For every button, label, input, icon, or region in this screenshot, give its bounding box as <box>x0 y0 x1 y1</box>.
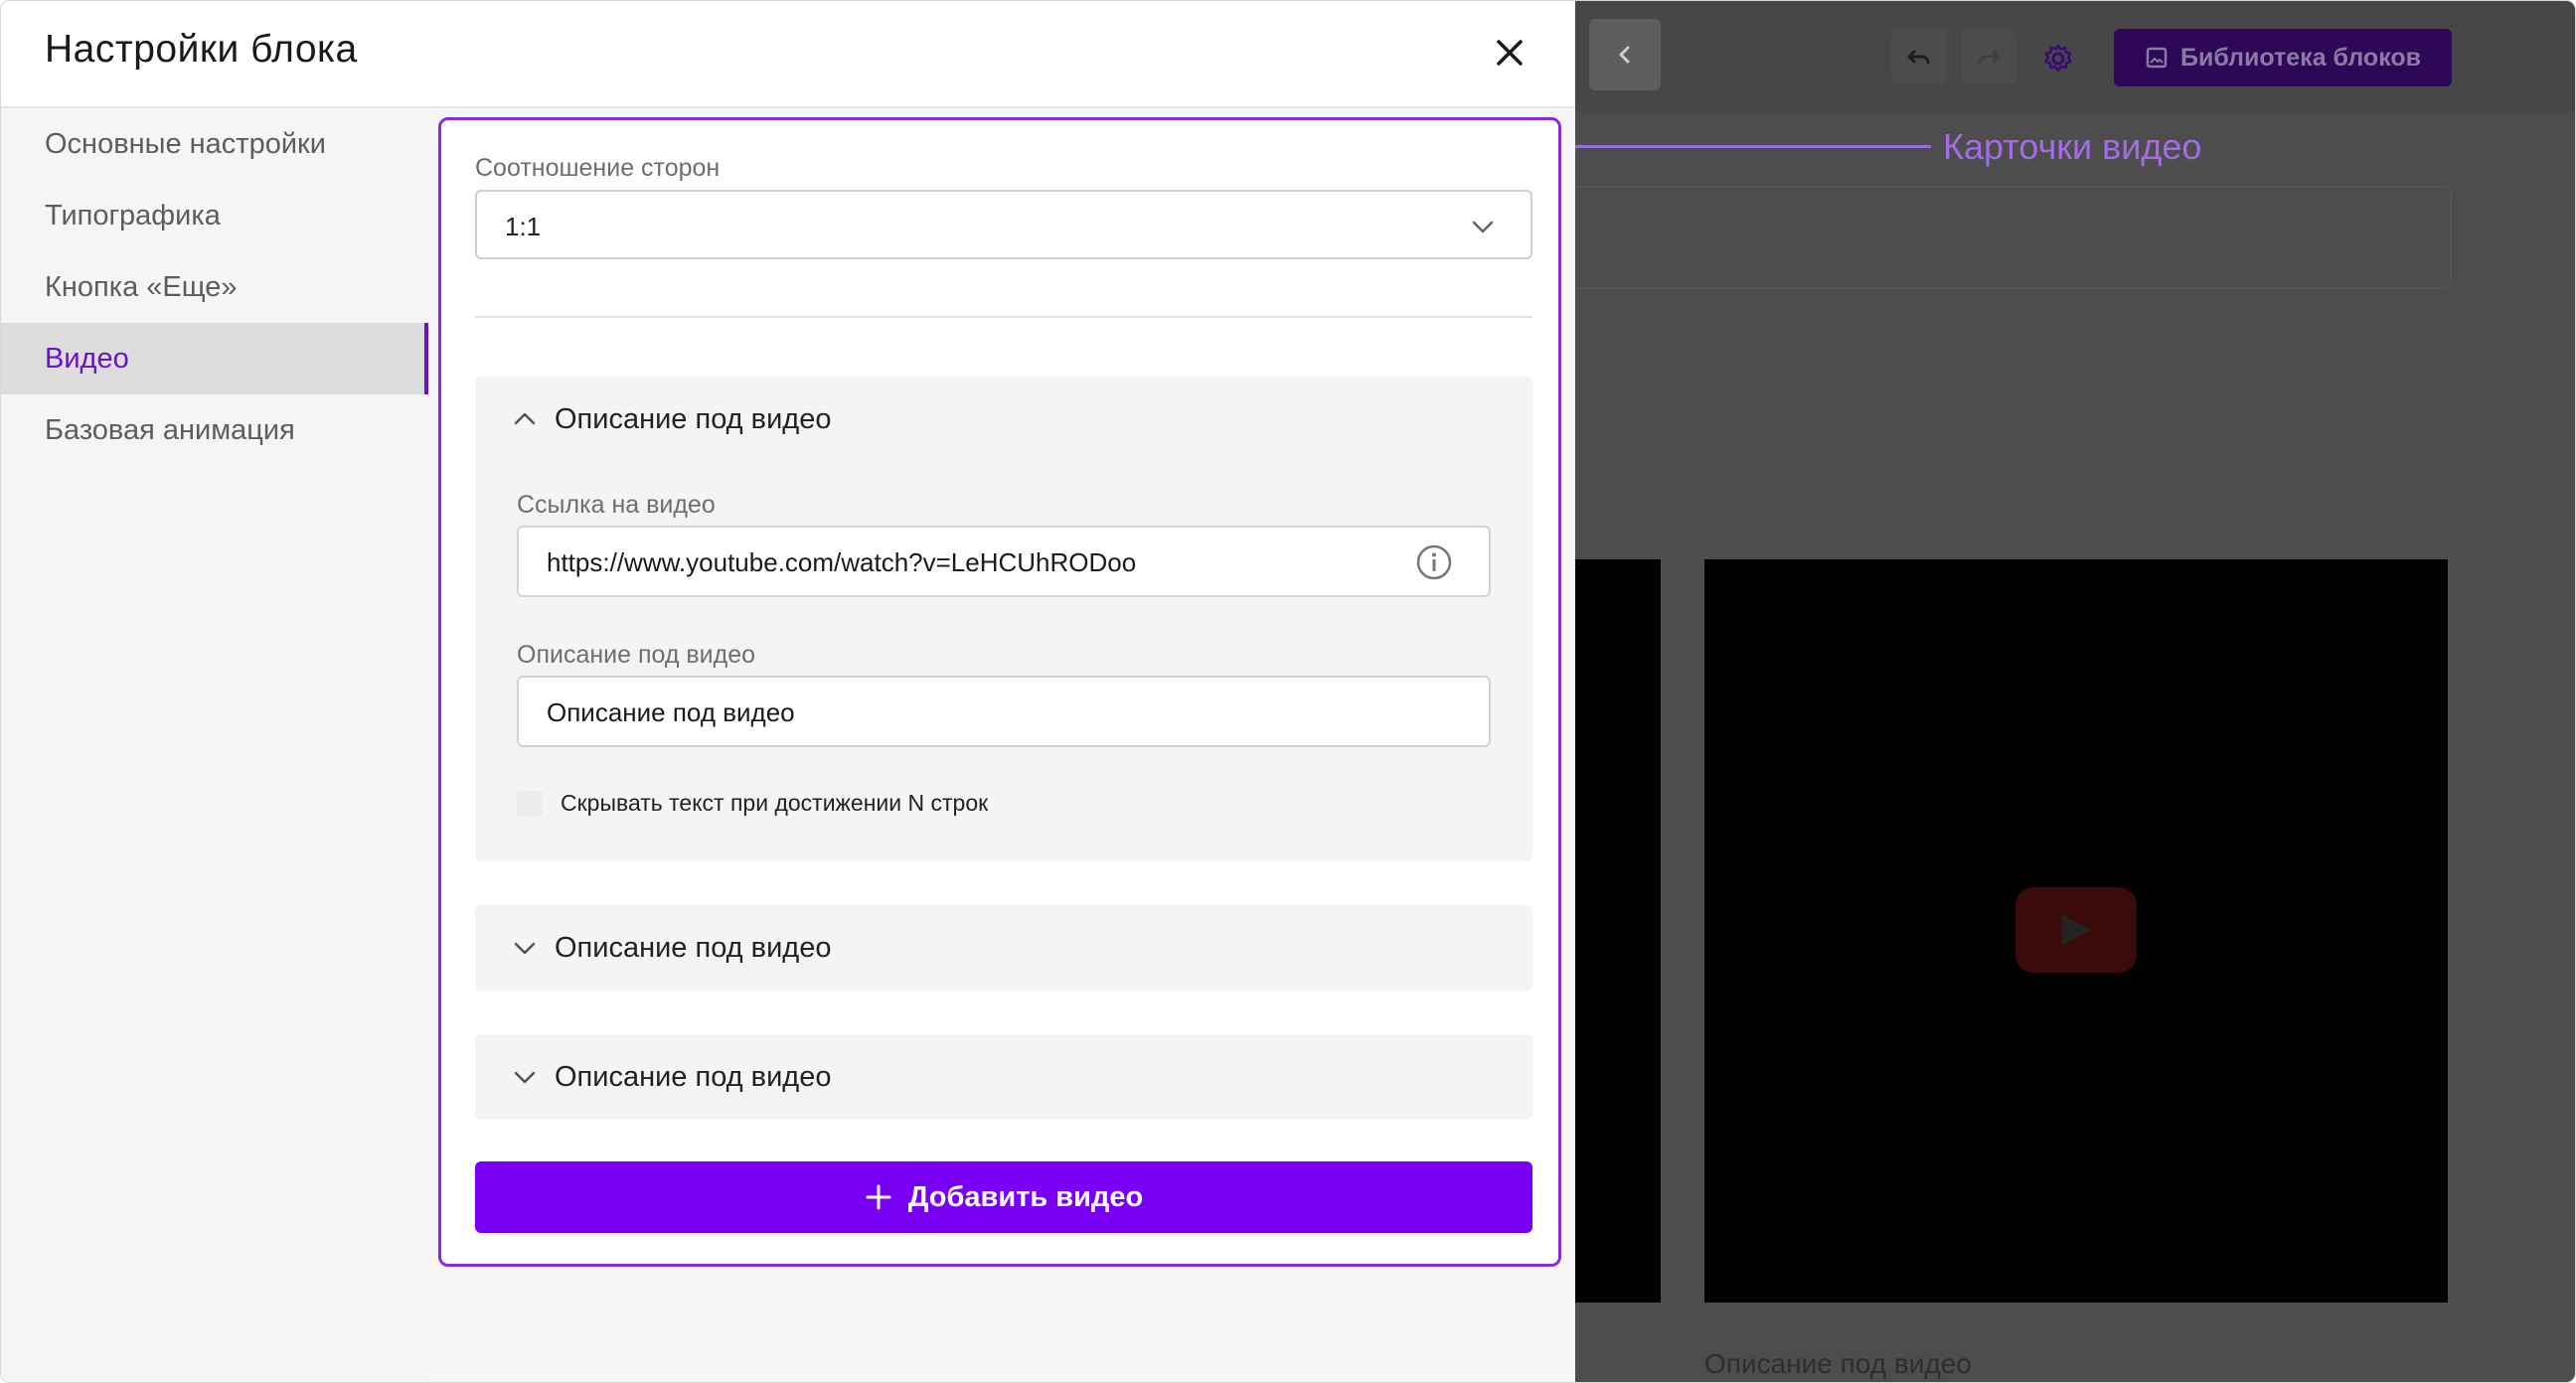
video-caption: Описание под видео <box>1704 1348 1972 1379</box>
video-cards-section: Соотношение сторон 1:1 Описание под виде… <box>438 117 1561 1267</box>
redo-button[interactable] <box>1961 29 2016 84</box>
hide-text-label: Скрывать текст при достижении N строк <box>561 790 989 816</box>
aspect-ratio-label: Соотношение сторон <box>475 154 721 182</box>
block-settings-panel: Настройки блока Основные настройки Типог… <box>1 1 1575 1382</box>
nav-item-video[interactable]: Видео <box>1 323 428 394</box>
editor-preview: Библиотека блоков Описание под видео <box>1575 1 2575 1382</box>
nav-item-more-button[interactable]: Кнопка «Еще» <box>1 251 428 323</box>
panel-title: Настройки блока <box>45 28 358 71</box>
chevron-down-icon <box>514 942 536 955</box>
hide-text-checkbox[interactable] <box>517 791 543 817</box>
video-link-input[interactable]: https://www.youtube.com/watch?v=LeHCUhRO… <box>517 526 1491 597</box>
play-button[interactable] <box>2015 887 2137 973</box>
video-card-3-title: Описание под видео <box>555 1060 832 1093</box>
editor-toolbar: Библиотека блоков <box>1575 1 2575 112</box>
redo-icon <box>1978 50 2001 65</box>
settings-sidebar: Основные настройки Типографика Кнопка «Е… <box>1 108 430 1382</box>
video-card-2-header[interactable]: Описание под видео <box>475 905 1532 991</box>
settings-button[interactable] <box>2028 29 2084 84</box>
undo-icon <box>1907 50 1930 65</box>
video-card-1-header[interactable]: Описание под видео <box>475 377 1532 462</box>
gear-icon <box>2044 44 2072 73</box>
chevron-down-icon <box>514 1071 536 1084</box>
video-card-1: Описание под видео Ссылка на видео https… <box>475 377 1532 861</box>
video-card-2[interactable]: Описание под видео <box>475 905 1532 991</box>
video-description-label: Описание под видео <box>517 641 756 669</box>
panel-header: Настройки блока <box>1 1 1575 108</box>
chevron-up-icon <box>514 412 536 425</box>
chevron-left-icon <box>1619 46 1630 64</box>
divider <box>475 316 1532 318</box>
block-library-label: Библиотека блоков <box>2179 43 2422 72</box>
plus-icon <box>866 1184 891 1210</box>
add-video-button[interactable]: Добавить видео <box>475 1161 1532 1233</box>
play-icon <box>2062 915 2092 945</box>
image-icon <box>2146 47 2168 69</box>
video-thumbnail[interactable] <box>1704 559 2448 1303</box>
close-icon <box>1497 40 1523 66</box>
video-card-1-title: Описание под видео <box>555 402 832 435</box>
aspect-ratio-value: 1:1 <box>505 212 542 241</box>
back-button[interactable] <box>1589 19 1661 90</box>
chevron-down-icon <box>1472 221 1494 233</box>
video-card-2-title: Описание под видео <box>555 931 832 964</box>
callout-line <box>1575 145 1931 148</box>
undo-button[interactable] <box>1891 29 1947 84</box>
video-link-value: https://www.youtube.com/watch?v=LeHCUhRO… <box>547 547 1137 577</box>
video-description-input[interactable]: Описание под видео <box>517 676 1491 747</box>
nav-item-animation[interactable]: Базовая анимация <box>1 394 428 466</box>
add-video-label: Добавить видео <box>907 1180 1144 1213</box>
info-icon[interactable] <box>1415 543 1453 581</box>
video-card-3-header[interactable]: Описание под видео <box>475 1034 1532 1120</box>
close-button[interactable] <box>1492 35 1528 71</box>
video-thumbnail-left <box>1575 559 1661 1303</box>
nav-item-typography[interactable]: Типографика <box>1 180 428 251</box>
block-library-button[interactable]: Библиотека блоков <box>2114 29 2452 86</box>
video-link-label: Ссылка на видео <box>517 491 716 519</box>
window: Библиотека блоков Описание под видео Кар… <box>0 0 2576 1383</box>
video-card-3[interactable]: Описание под видео <box>475 1034 1532 1120</box>
callout-label: Карточки видео <box>1943 126 2202 167</box>
preview-field <box>1575 186 2452 289</box>
video-description-value: Описание под видео <box>547 697 795 727</box>
aspect-ratio-select[interactable]: 1:1 <box>475 190 1532 259</box>
nav-item-basic[interactable]: Основные настройки <box>1 108 428 180</box>
